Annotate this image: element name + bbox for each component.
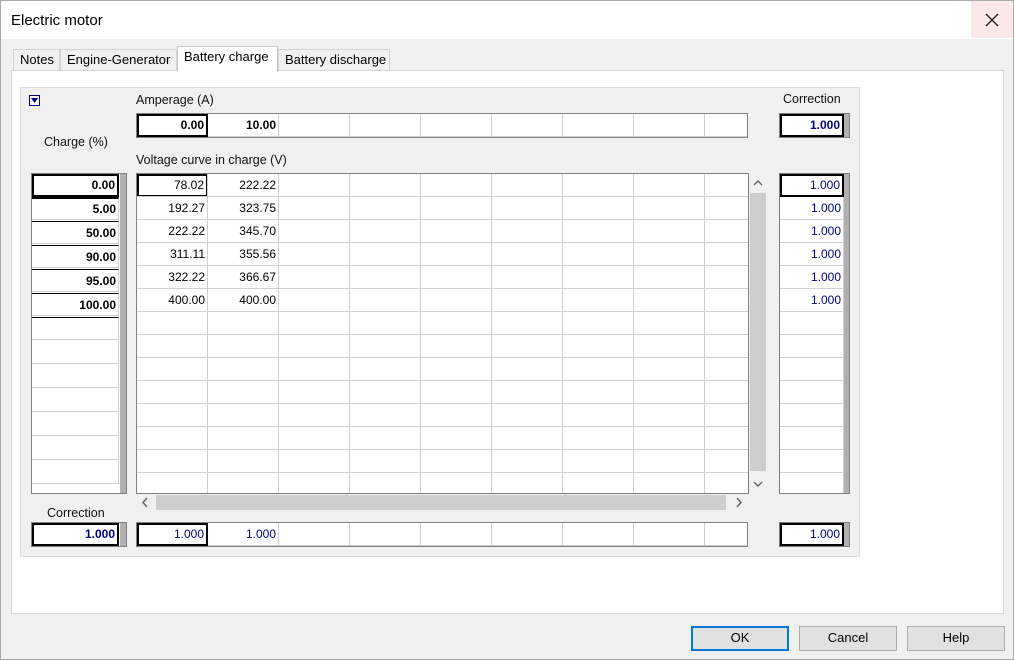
title-bar: Electric motor (1, 1, 1013, 39)
correction-top-label: Correction (783, 92, 841, 106)
voltage-cell[interactable]: 222.22 (137, 220, 208, 243)
close-icon (985, 13, 999, 26)
amperage-cell[interactable] (492, 114, 563, 137)
electric-motor-dialog: Electric motor Notes Engine-Generator Ba… (0, 0, 1014, 660)
scroll-up-icon[interactable] (749, 174, 767, 192)
charge-cell[interactable] (32, 317, 119, 340)
charge-cell[interactable] (32, 461, 119, 484)
column-correction-cell[interactable] (563, 523, 634, 546)
column-correction-cell[interactable] (634, 523, 705, 546)
column-correction-cell[interactable] (279, 523, 350, 546)
scroll-left-icon[interactable] (136, 494, 154, 511)
collapse-icon[interactable] (29, 95, 40, 106)
row-correction-cell[interactable]: 1.000 (780, 220, 844, 243)
charge-cell[interactable]: 0.00 (32, 174, 119, 197)
row-correction-cell[interactable]: 1.000 (780, 266, 844, 289)
voltage-vertical-scrollbar[interactable] (749, 174, 767, 494)
charge-grid: 0.00 5.00 50.00 90.00 95.00 100.00 (31, 173, 127, 494)
amperage-cell[interactable] (421, 114, 492, 137)
tab-battery-charge[interactable]: Battery charge (177, 46, 278, 72)
voltage-cell[interactable]: 322.22 (137, 266, 208, 289)
charge-cell[interactable] (32, 341, 119, 364)
voltage-cell[interactable]: 323.75 (208, 197, 279, 220)
column-correction-cell[interactable]: 1.000 (137, 523, 208, 546)
charge-correction-cell[interactable]: 1.000 (32, 523, 119, 546)
column-correction-cell[interactable] (705, 523, 747, 546)
help-button[interactable]: Help (907, 626, 1005, 651)
voltage-curve-label: Voltage curve in charge (V) (136, 153, 287, 167)
charge-cell[interactable]: 5.00 (32, 197, 119, 220)
voltage-cell[interactable]: 311.11 (137, 243, 208, 266)
column-correction-cell[interactable] (350, 523, 421, 546)
tab-engine-generator[interactable]: Engine-Generator (60, 49, 177, 71)
correction-bottom-label: Correction (47, 506, 105, 520)
scroll-down-icon[interactable] (749, 475, 767, 493)
charge-correction-grid: 1.000 (31, 522, 127, 547)
charge-cell[interactable] (32, 437, 119, 460)
amperage-cell[interactable] (350, 114, 421, 137)
amperage-cell[interactable]: 10.00 (208, 114, 279, 137)
row-correction-grid-lines (780, 312, 844, 493)
amperage-cell[interactable] (705, 114, 747, 137)
row-correction-cell[interactable]: 1.000 (780, 174, 844, 197)
amperage-grid: 0.00 10.00 (136, 113, 748, 138)
row-correction-cell[interactable]: 1.000 (780, 289, 844, 312)
charge-cell[interactable]: 95.00 (32, 269, 119, 292)
charge-cell[interactable]: 100.00 (32, 293, 119, 316)
tab-battery-discharge[interactable]: Battery discharge (278, 49, 390, 71)
voltage-cell[interactable]: 345.70 (208, 220, 279, 243)
scroll-right-icon[interactable] (730, 494, 748, 511)
column-correction-cell[interactable] (492, 523, 563, 546)
voltage-cell[interactable]: 366.67 (208, 266, 279, 289)
voltage-cell[interactable]: 222.22 (208, 174, 279, 197)
amperage-label: Amperage (A) (136, 93, 214, 107)
amperage-cell[interactable]: 0.00 (137, 114, 208, 137)
global-correction-grid: 1.000 (779, 522, 850, 547)
voltage-cell[interactable]: 400.00 (137, 289, 208, 312)
charge-cell[interactable] (32, 413, 119, 436)
cancel-button[interactable]: Cancel (799, 626, 897, 651)
window-title: Electric motor (11, 12, 103, 29)
column-correction-cell[interactable] (421, 523, 492, 546)
row-correction-cell[interactable]: 1.000 (780, 243, 844, 266)
charge-cell[interactable] (32, 389, 119, 412)
voltage-horizontal-scrollbar[interactable] (136, 494, 749, 511)
amperage-cell[interactable] (279, 114, 350, 137)
voltage-cell[interactable]: 192.27 (137, 197, 208, 220)
voltage-cell[interactable]: 400.00 (208, 289, 279, 312)
horizontal-scroll-thumb[interactable] (156, 495, 726, 510)
row-correction-cell[interactable]: 1.000 (780, 197, 844, 220)
column-correction-cell[interactable]: 1.000 (208, 523, 279, 546)
tab-notes[interactable]: Notes (13, 49, 60, 71)
global-correction-cell[interactable]: 1.000 (780, 523, 844, 546)
row-correction-grid: 1.000 1.000 1.000 1.000 1.000 1.000 (779, 173, 850, 494)
ok-button[interactable]: OK (691, 626, 789, 651)
amperage-correction-cell[interactable]: 1.000 (780, 114, 844, 137)
column-correction-grid: 1.000 1.000 (136, 522, 748, 547)
charge-cell[interactable]: 90.00 (32, 245, 119, 268)
charge-cell[interactable]: 50.00 (32, 221, 119, 244)
charge-label: Charge (%) (44, 135, 108, 149)
amperage-cell[interactable] (634, 114, 705, 137)
voltage-cell[interactable]: 355.56 (208, 243, 279, 266)
charge-cell[interactable] (32, 365, 119, 388)
voltage-grid: 78.02 222.22 192.27 323.75 222.22 345.70… (136, 173, 749, 494)
vertical-scroll-thumb[interactable] (750, 193, 766, 471)
amperage-cell[interactable] (563, 114, 634, 137)
close-button[interactable] (971, 1, 1013, 38)
amperage-correction-grid: 1.000 (779, 113, 850, 138)
voltage-cell[interactable]: 78.02 (137, 174, 208, 197)
